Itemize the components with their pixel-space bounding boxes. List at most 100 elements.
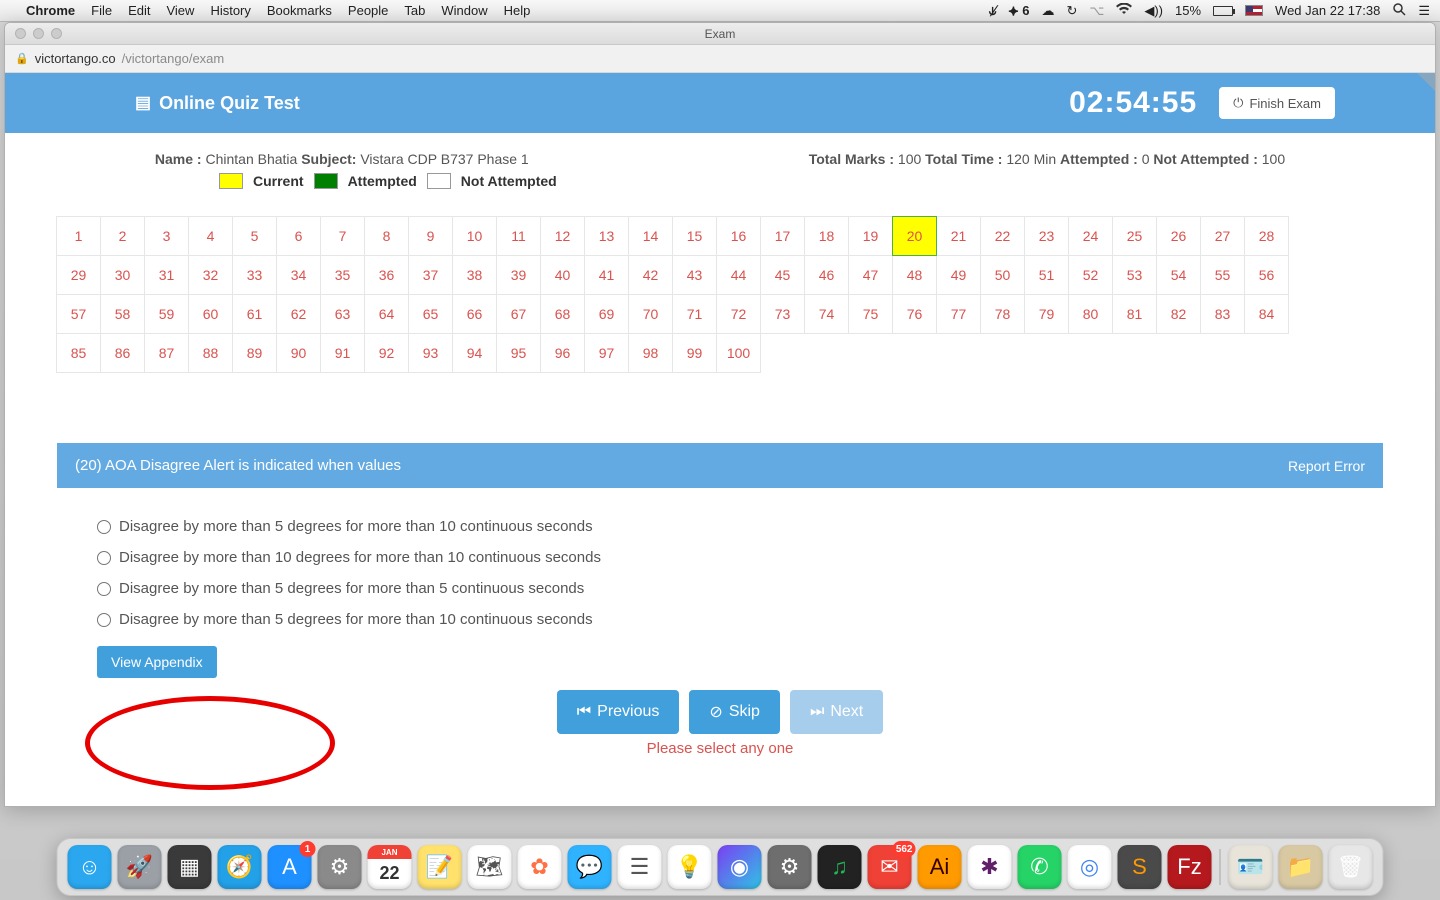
- question-cell-62[interactable]: 62: [276, 294, 321, 334]
- dock-filezilla[interactable]: Fz: [1168, 845, 1212, 889]
- menu-edit[interactable]: Edit: [128, 3, 150, 18]
- question-cell-60[interactable]: 60: [188, 294, 233, 334]
- question-cell-41[interactable]: 41: [584, 255, 629, 295]
- question-cell-15[interactable]: 15: [672, 216, 717, 256]
- question-cell-77[interactable]: 77: [936, 294, 981, 334]
- dock-launchpad[interactable]: 🚀: [118, 845, 162, 889]
- question-cell-9[interactable]: 9: [408, 216, 453, 256]
- question-cell-26[interactable]: 26: [1156, 216, 1201, 256]
- question-cell-6[interactable]: 6: [276, 216, 321, 256]
- question-cell-24[interactable]: 24: [1068, 216, 1113, 256]
- question-cell-48[interactable]: 48: [892, 255, 937, 295]
- dock-lightbulb[interactable]: 💡: [668, 845, 712, 889]
- question-cell-53[interactable]: 53: [1112, 255, 1157, 295]
- flag-icon[interactable]: [1245, 5, 1263, 16]
- question-cell-100[interactable]: 100: [716, 333, 761, 373]
- question-cell-72[interactable]: 72: [716, 294, 761, 334]
- question-cell-18[interactable]: 18: [804, 216, 849, 256]
- question-cell-61[interactable]: 61: [232, 294, 277, 334]
- question-cell-11[interactable]: 11: [496, 216, 541, 256]
- question-cell-19[interactable]: 19: [848, 216, 893, 256]
- question-cell-80[interactable]: 80: [1068, 294, 1113, 334]
- dock-finder[interactable]: ☺: [68, 845, 112, 889]
- option-1[interactable]: Disagree by more than 5 degrees for more…: [97, 518, 1383, 535]
- question-cell-85[interactable]: 85: [56, 333, 101, 373]
- question-cell-13[interactable]: 13: [584, 216, 629, 256]
- menu-bookmarks[interactable]: Bookmarks: [267, 3, 332, 18]
- question-cell-95[interactable]: 95: [496, 333, 541, 373]
- question-cell-40[interactable]: 40: [540, 255, 585, 295]
- option-radio-1[interactable]: [97, 520, 111, 534]
- question-cell-94[interactable]: 94: [452, 333, 497, 373]
- menu-help[interactable]: Help: [504, 3, 531, 18]
- question-cell-44[interactable]: 44: [716, 255, 761, 295]
- dock-spotify[interactable]: ♫: [818, 845, 862, 889]
- adobe-icon[interactable]: ⯌ 6: [1008, 3, 1029, 19]
- question-cell-88[interactable]: 88: [188, 333, 233, 373]
- question-cell-5[interactable]: 5: [232, 216, 277, 256]
- question-cell-25[interactable]: 25: [1112, 216, 1157, 256]
- question-cell-89[interactable]: 89: [232, 333, 277, 373]
- menubar-app[interactable]: Chrome: [26, 3, 75, 18]
- dock-safari[interactable]: 🧭: [218, 845, 262, 889]
- question-cell-54[interactable]: 54: [1156, 255, 1201, 295]
- question-cell-79[interactable]: 79: [1024, 294, 1069, 334]
- question-cell-92[interactable]: 92: [364, 333, 409, 373]
- question-cell-67[interactable]: 67: [496, 294, 541, 334]
- menu-history[interactable]: History: [210, 3, 250, 18]
- finish-exam-button[interactable]: ⏻ Finish Exam: [1219, 87, 1335, 119]
- question-cell-10[interactable]: 10: [452, 216, 497, 256]
- menu-file[interactable]: File: [91, 3, 112, 18]
- menu-icon[interactable]: ☰: [1418, 3, 1430, 19]
- dock-mission[interactable]: ▦: [168, 845, 212, 889]
- option-radio-3[interactable]: [97, 582, 111, 596]
- dock-settings2[interactable]: ⚙: [768, 845, 812, 889]
- question-cell-30[interactable]: 30: [100, 255, 145, 295]
- question-cell-27[interactable]: 27: [1200, 216, 1245, 256]
- question-cell-29[interactable]: 29: [56, 255, 101, 295]
- question-cell-64[interactable]: 64: [364, 294, 409, 334]
- question-cell-58[interactable]: 58: [100, 294, 145, 334]
- question-cell-78[interactable]: 78: [980, 294, 1025, 334]
- option-radio-2[interactable]: [97, 551, 111, 565]
- question-cell-83[interactable]: 83: [1200, 294, 1245, 334]
- address-bar[interactable]: 🔒 victortango.co/victortango/exam: [5, 45, 1435, 73]
- question-cell-20[interactable]: 20: [892, 216, 937, 256]
- question-cell-33[interactable]: 33: [232, 255, 277, 295]
- dock-whatsapp[interactable]: ✆: [1018, 845, 1062, 889]
- question-cell-47[interactable]: 47: [848, 255, 893, 295]
- question-cell-12[interactable]: 12: [540, 216, 585, 256]
- wifi-icon[interactable]: [1116, 3, 1132, 18]
- question-cell-4[interactable]: 4: [188, 216, 233, 256]
- next-button[interactable]: ⏭ Next: [790, 690, 883, 734]
- previous-button[interactable]: ⏮ Previous: [557, 690, 680, 734]
- question-cell-50[interactable]: 50: [980, 255, 1025, 295]
- menu-people[interactable]: People: [348, 3, 388, 18]
- question-cell-17[interactable]: 17: [760, 216, 805, 256]
- question-cell-90[interactable]: 90: [276, 333, 321, 373]
- dock-reminders[interactable]: ☰: [618, 845, 662, 889]
- question-cell-55[interactable]: 55: [1200, 255, 1245, 295]
- battery-icon[interactable]: [1213, 6, 1233, 16]
- question-cell-73[interactable]: 73: [760, 294, 805, 334]
- dock-messages[interactable]: 💬: [568, 845, 612, 889]
- question-cell-22[interactable]: 22: [980, 216, 1025, 256]
- dock-mail-red[interactable]: ✉562: [868, 845, 912, 889]
- dock-trash[interactable]: 🗑: [1329, 845, 1373, 889]
- question-cell-59[interactable]: 59: [144, 294, 189, 334]
- question-cell-91[interactable]: 91: [320, 333, 365, 373]
- dropbox-icon[interactable]: ⫝̸: [989, 3, 997, 19]
- dock-sublime[interactable]: S: [1118, 845, 1162, 889]
- question-cell-99[interactable]: 99: [672, 333, 717, 373]
- view-appendix-button[interactable]: View Appendix: [97, 646, 217, 678]
- option-2[interactable]: Disagree by more than 10 degrees for mor…: [97, 549, 1383, 566]
- question-cell-31[interactable]: 31: [144, 255, 189, 295]
- dock-slack[interactable]: ✱: [968, 845, 1012, 889]
- dock-maps[interactable]: 🗺: [468, 845, 512, 889]
- question-cell-84[interactable]: 84: [1244, 294, 1289, 334]
- volume-icon[interactable]: ◀)): [1144, 3, 1163, 19]
- question-cell-39[interactable]: 39: [496, 255, 541, 295]
- question-cell-66[interactable]: 66: [452, 294, 497, 334]
- option-radio-4[interactable]: [97, 613, 111, 627]
- dock-chrome[interactable]: ◎: [1068, 845, 1112, 889]
